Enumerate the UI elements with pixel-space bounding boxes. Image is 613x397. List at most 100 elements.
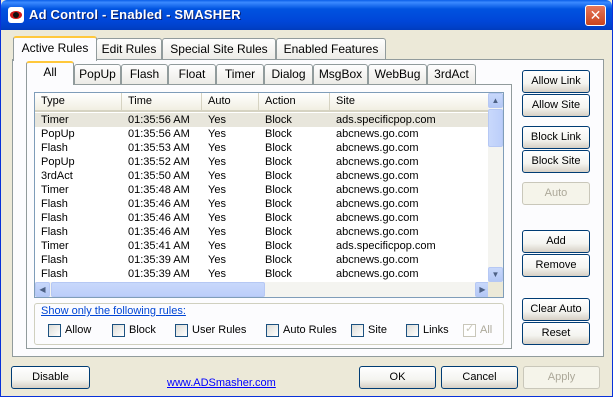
table-row[interactable]: Flash 01:35:39 AM Yes Block abcnews.go.com (35, 267, 490, 281)
cell-type: PopUp (41, 128, 75, 140)
checkbox-links[interactable]: Links (406, 324, 449, 337)
tab-enabled-features[interactable]: Enabled Features (276, 38, 386, 60)
cell-site: abcnews.go.com (336, 198, 419, 210)
scroll-up-icon[interactable]: ▲ (488, 93, 503, 108)
tab-3rdact[interactable]: 3rdAct (427, 64, 476, 84)
cell-action: Block (265, 198, 292, 210)
cell-type: Timer (41, 184, 69, 196)
cell-auto: Yes (208, 226, 226, 238)
add-button[interactable]: Add (522, 230, 590, 253)
cell-time: 01:35:46 AM (128, 212, 190, 224)
disable-button[interactable]: Disable (11, 366, 90, 389)
checkbox-user-rules[interactable]: User Rules (175, 324, 246, 337)
vertical-scrollbar[interactable]: ▲ ▼ (488, 93, 503, 282)
cell-auto: Yes (208, 128, 226, 140)
horizontal-scroll-thumb[interactable] (51, 282, 265, 297)
tab-edit-rules[interactable]: Edit Rules (96, 38, 162, 60)
rules-list[interactable]: Type Time Auto Action Site Timer 01:35:56… (34, 92, 504, 298)
column-header-time[interactable]: Time (122, 93, 202, 110)
app-eye-icon (8, 7, 24, 23)
checkbox-auto-rules[interactable]: Auto Rules (266, 324, 337, 337)
cell-site: ads.specificpop.com (336, 114, 436, 126)
column-header-site[interactable]: Site (330, 93, 490, 110)
tab-popup[interactable]: PopUp (74, 64, 121, 84)
clear-auto-button[interactable]: Clear Auto (522, 298, 590, 321)
vertical-scroll-thumb[interactable] (488, 109, 503, 147)
tab-flash[interactable]: Flash (121, 64, 168, 84)
table-row[interactable]: Flash 01:35:46 AM Yes Block abcnews.go.com (35, 197, 490, 211)
checkbox-auto-rules-label: Auto Rules (283, 324, 337, 336)
table-row[interactable]: 3rdAct 01:35:50 AM Yes Block abcnews.go.com (35, 169, 490, 183)
scroll-down-icon[interactable]: ▼ (488, 267, 503, 282)
cell-auto: Yes (208, 198, 226, 210)
table-row[interactable]: Timer 01:35:41 AM Yes Block ads.specificpop.… (35, 239, 490, 253)
tab-float[interactable]: Float (168, 64, 216, 84)
allow-link-button[interactable]: Allow Link (522, 70, 590, 93)
cell-site: abcnews.go.com (336, 184, 419, 196)
ok-button[interactable]: OK (359, 366, 436, 389)
table-row[interactable]: Flash 01:35:46 AM Yes Block abcnews.go.com (35, 211, 490, 225)
tab-timer[interactable]: Timer (216, 64, 264, 84)
tab-special-site-rules[interactable]: Special Site Rules (162, 38, 276, 60)
cell-action: Block (265, 156, 292, 168)
cell-auto: Yes (208, 142, 226, 154)
remove-button[interactable]: Remove (522, 254, 590, 277)
table-row[interactable]: Flash 01:35:53 AM Yes Block abcnews.go.com (35, 141, 490, 155)
cell-action: Block (265, 240, 292, 252)
cell-type: Timer (41, 240, 69, 252)
cell-action: Block (265, 114, 292, 126)
column-header-type[interactable]: Type (35, 93, 122, 110)
cell-type: Flash (41, 212, 68, 224)
cell-site: abcnews.go.com (336, 128, 419, 140)
cell-auto: Yes (208, 212, 226, 224)
cell-time: 01:35:48 AM (128, 184, 190, 196)
tab-webbug[interactable]: WebBug (368, 64, 427, 84)
cell-time: 01:35:41 AM (128, 240, 190, 252)
checkbox-site[interactable]: Site (351, 324, 387, 337)
column-header-action[interactable]: Action (259, 93, 330, 110)
reset-button[interactable]: Reset (522, 322, 590, 345)
cell-time: 01:35:46 AM (128, 198, 190, 210)
table-row[interactable]: Flash 01:35:46 AM Yes Block abcnews.go.com (35, 225, 490, 239)
cell-action: Block (265, 268, 292, 280)
block-site-button[interactable]: Block Site (522, 150, 590, 173)
cell-type: Flash (41, 198, 68, 210)
window-title: Ad Control - Enabled - SMASHER (29, 7, 241, 22)
checkbox-allow-label: Allow (65, 324, 92, 336)
cell-auto: Yes (208, 156, 226, 168)
close-button[interactable]: ✕ (585, 5, 606, 26)
cell-auto: Yes (208, 170, 226, 182)
adsmasher-link[interactable]: www.ADSmasher.com (167, 377, 276, 389)
cell-site: abcnews.go.com (336, 212, 419, 224)
checkbox-allow[interactable]: Allow (48, 324, 91, 337)
tab-all[interactable]: All (26, 61, 74, 85)
list-header: Type Time Auto Action Site (35, 93, 490, 112)
checkbox-all: All (463, 323, 492, 337)
table-row[interactable]: PopUp 01:35:52 AM Yes Block abcnews.go.com (35, 155, 490, 169)
cancel-button[interactable]: Cancel (441, 366, 518, 389)
cell-time: 01:35:53 AM (128, 142, 190, 154)
tab-dialog[interactable]: Dialog (264, 64, 313, 84)
title-bar[interactable]: Ad Control - Enabled - SMASHER ✕ (1, 0, 612, 30)
cell-time: 01:35:50 AM (128, 170, 190, 182)
cell-type: 3rdAct (41, 170, 73, 182)
horizontal-scrollbar[interactable]: ◀ ▶ (35, 282, 490, 297)
table-row[interactable]: Timer 01:35:48 AM Yes Block abcnews.go.com (35, 183, 490, 197)
cell-action: Block (265, 254, 292, 266)
filter-title-link[interactable]: Show only the following rules: (41, 305, 186, 317)
table-row[interactable]: Timer 01:35:56 AM Yes Block ads.specificpop.… (35, 113, 490, 127)
cell-time: 01:35:39 AM (128, 254, 190, 266)
checkbox-block[interactable]: Block (112, 324, 156, 337)
cell-site: abcnews.go.com (336, 254, 419, 266)
allow-site-button[interactable]: Allow Site (522, 94, 590, 117)
table-row[interactable]: PopUp 01:35:56 AM Yes Block abcnews.go.com (35, 127, 490, 141)
cell-time: 01:35:39 AM (128, 268, 190, 280)
table-row[interactable]: Flash 01:35:39 AM Yes Block abcnews.go.com (35, 253, 490, 267)
cell-time: 01:35:52 AM (128, 156, 190, 168)
tab-active-rules[interactable]: Active Rules (13, 36, 97, 61)
scroll-left-icon[interactable]: ◀ (35, 282, 50, 297)
block-link-button[interactable]: Block Link (522, 126, 590, 149)
tab-msgbox[interactable]: MsgBox (313, 64, 368, 84)
cell-auto: Yes (208, 254, 226, 266)
column-header-auto[interactable]: Auto (202, 93, 259, 110)
